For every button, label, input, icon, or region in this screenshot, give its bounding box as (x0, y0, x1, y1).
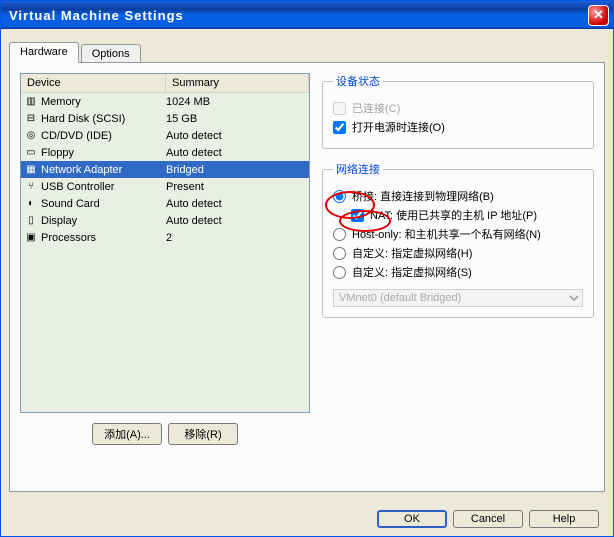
device-list[interactable]: Device Summary ▥Memory1024 MB⊟Hard Disk … (20, 73, 310, 413)
settings-window: Virtual Machine Settings ✕ Hardware Opti… (0, 0, 614, 537)
device-icon: ◐ (23, 197, 39, 211)
device-row[interactable]: ▥Memory1024 MB (21, 93, 309, 110)
device-row[interactable]: ⑂USB ControllerPresent (21, 178, 309, 195)
device-icon: ▭ (23, 146, 39, 160)
window-body: Hardware Options Device Summary ▥Memory1… (1, 29, 613, 536)
connected-check: 已连接(C) (333, 100, 583, 116)
hardware-pane: Device Summary ▥Memory1024 MB⊟Hard Disk … (9, 62, 605, 492)
device-list-header: Device Summary (21, 74, 309, 93)
hostonly-radio-row[interactable]: Host-only: 和主机共享一个私有网络(N) (333, 226, 583, 242)
device-label: Hard Disk (SCSI) (41, 113, 166, 125)
device-row[interactable]: ⊟Hard Disk (SCSI)15 GB (21, 110, 309, 127)
close-icon[interactable]: ✕ (588, 5, 609, 26)
device-summary: 2 (166, 232, 307, 244)
bridged-radio-row[interactable]: 桥接: 直接连接到物理网络(B) (333, 188, 583, 204)
device-label: Floppy (41, 147, 166, 159)
device-buttons: 添加(A)... 移除(R) (20, 423, 310, 445)
connect-at-power-check[interactable]: 打开电源时连接(O) (333, 119, 583, 135)
device-label: Processors (41, 232, 166, 244)
col-summary[interactable]: Summary (166, 74, 309, 93)
device-row[interactable]: ◎CD/DVD (IDE)Auto detect (21, 127, 309, 144)
cancel-button[interactable]: Cancel (453, 510, 523, 528)
device-icon: ⑂ (23, 180, 39, 194)
device-row[interactable]: ▣Processors2 (21, 229, 309, 246)
device-icon: ⊟ (23, 112, 39, 126)
device-icon: ◎ (23, 129, 39, 143)
device-summary: 15 GB (166, 113, 307, 125)
device-label: Memory (41, 96, 166, 108)
titlebar[interactable]: Virtual Machine Settings ✕ (1, 1, 613, 29)
network-connection-group: 网络连接 桥接: 直接连接到物理网络(B) NAT: 使用已共享的主机 IP 地… (322, 161, 594, 318)
col-device[interactable]: Device (21, 74, 166, 93)
add-button[interactable]: 添加(A)... (92, 423, 162, 445)
device-summary: Auto detect (166, 198, 307, 210)
tab-hardware[interactable]: Hardware (9, 42, 79, 63)
device-label: Display (41, 215, 166, 227)
device-summary: Present (166, 181, 307, 193)
device-summary: Bridged (166, 164, 307, 176)
dialog-footer: OK Cancel Help (377, 510, 599, 528)
device-icon: ▥ (23, 95, 39, 109)
device-row[interactable]: ▭FloppyAuto detect (21, 144, 309, 161)
vmnet-select: VMnet0 (default Bridged) (333, 289, 583, 307)
custom1-radio[interactable] (333, 247, 346, 260)
custom1-radio-row[interactable]: 自定义: 指定虚拟网络(H) (333, 245, 583, 261)
device-row[interactable]: ◐Sound CardAuto detect (21, 195, 309, 212)
nat-checkbox[interactable] (351, 209, 364, 222)
device-summary: 1024 MB (166, 96, 307, 108)
status-legend: 设备状态 (333, 73, 383, 89)
tab-options[interactable]: Options (81, 44, 141, 63)
left-column: Device Summary ▥Memory1024 MB⊟Hard Disk … (20, 73, 310, 481)
device-row[interactable]: ▦Network AdapterBridged (21, 161, 309, 178)
device-status-group: 设备状态 已连接(C) 打开电源时连接(O) (322, 73, 594, 149)
device-label: USB Controller (41, 181, 166, 193)
bridged-radio[interactable] (333, 190, 346, 203)
device-icon: ▦ (23, 163, 39, 177)
device-row[interactable]: ▯DisplayAuto detect (21, 212, 309, 229)
network-legend: 网络连接 (333, 161, 383, 177)
connected-checkbox (333, 102, 346, 115)
device-icon: ▣ (23, 231, 39, 245)
custom2-radio[interactable] (333, 266, 346, 279)
custom2-radio-row[interactable]: 自定义: 指定虚拟网络(S) (333, 264, 583, 280)
hostonly-radio[interactable] (333, 228, 346, 241)
connect-power-checkbox[interactable] (333, 121, 346, 134)
tab-container: Hardware Options Device Summary ▥Memory1… (9, 41, 605, 492)
help-button[interactable]: Help (529, 510, 599, 528)
window-title: Virtual Machine Settings (9, 8, 184, 23)
device-summary: Auto detect (166, 130, 307, 142)
device-label: Network Adapter (41, 164, 166, 176)
device-label: CD/DVD (IDE) (41, 130, 166, 142)
device-label: Sound Card (41, 198, 166, 210)
tab-strip: Hardware Options (9, 42, 605, 63)
right-column: 设备状态 已连接(C) 打开电源时连接(O) 网络连接 (310, 73, 594, 481)
ok-button[interactable]: OK (377, 510, 447, 528)
remove-button[interactable]: 移除(R) (168, 423, 238, 445)
device-icon: ▯ (23, 214, 39, 228)
nat-check-row[interactable]: NAT: 使用已共享的主机 IP 地址(P) (351, 207, 583, 223)
device-summary: Auto detect (166, 215, 307, 227)
device-summary: Auto detect (166, 147, 307, 159)
